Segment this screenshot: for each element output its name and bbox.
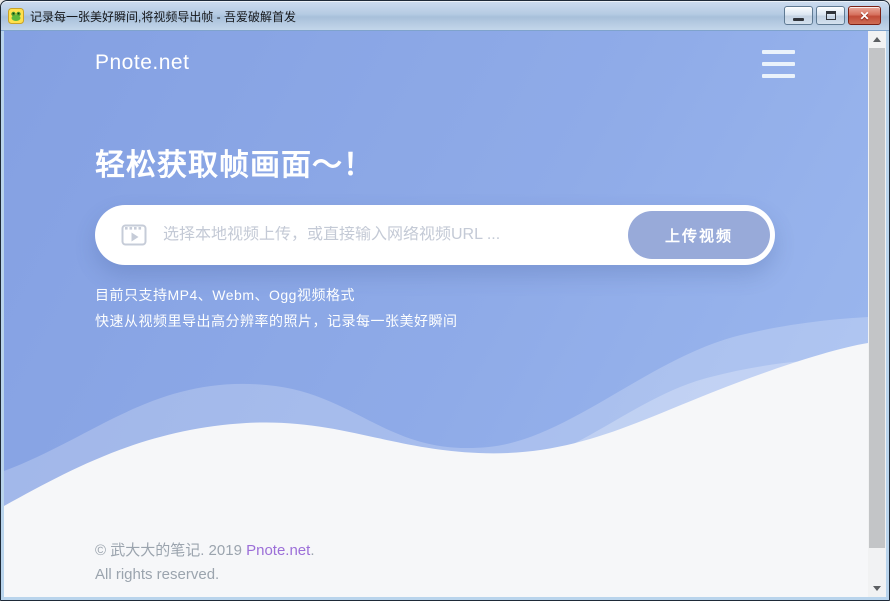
window-title: 记录每一张美好瞬间,将视频导出帧 - 吾爱破解首发 bbox=[30, 7, 784, 25]
frog-icon bbox=[8, 8, 24, 24]
hamburger-icon bbox=[762, 50, 795, 54]
site-logo[interactable]: Pnote.net bbox=[95, 51, 189, 75]
maximize-button[interactable] bbox=[816, 6, 845, 25]
video-url-input[interactable] bbox=[163, 226, 628, 244]
scrollbar-thumb[interactable] bbox=[869, 48, 885, 548]
copyright-line: © 武大大的笔记. 2019 Pnote.net. bbox=[95, 539, 314, 563]
copyright-text: © 武大大的笔记. 2019 bbox=[95, 542, 246, 559]
rights-line: All rights reserved. bbox=[95, 563, 314, 587]
vertical-scrollbar[interactable] bbox=[868, 31, 886, 597]
close-icon: ✕ bbox=[859, 10, 869, 22]
page-heading: 轻松获取帧画面～！ bbox=[95, 140, 374, 184]
copyright-dot: . bbox=[310, 542, 314, 559]
pnote-link[interactable]: Pnote.net bbox=[246, 542, 310, 559]
maximize-icon bbox=[826, 11, 836, 20]
webpage-content: Pnote.net 轻松获取帧画面～！ 上传视频 bbox=[4, 31, 868, 597]
scroll-down-icon bbox=[873, 586, 881, 591]
minimize-button[interactable] bbox=[784, 6, 813, 25]
scroll-up-icon bbox=[873, 37, 881, 42]
scroll-up-button[interactable] bbox=[868, 31, 886, 48]
titlebar[interactable]: 记录每一张美好瞬间,将视频导出帧 - 吾爱破解首发 ✕ bbox=[1, 1, 889, 31]
hamburger-menu-button[interactable] bbox=[762, 48, 796, 80]
page-footer: © 武大大的笔记. 2019 Pnote.net. All rights res… bbox=[95, 539, 314, 587]
close-button[interactable]: ✕ bbox=[848, 6, 881, 25]
minimize-icon bbox=[793, 18, 804, 21]
video-url-inputbar: 上传视频 bbox=[95, 205, 775, 265]
app-window: 记录每一张美好瞬间,将视频导出帧 - 吾爱破解首发 ✕ Pnote.net 轻松… bbox=[0, 0, 890, 601]
video-file-icon bbox=[121, 223, 147, 247]
upload-video-button[interactable]: 上传视频 bbox=[628, 211, 770, 259]
hamburger-icon bbox=[762, 62, 795, 66]
scroll-down-button[interactable] bbox=[868, 580, 886, 597]
hamburger-icon bbox=[762, 74, 795, 78]
scrollbar-track[interactable] bbox=[868, 48, 886, 580]
note-line: 目前只支持MP4、Webm、Ogg视频格式 bbox=[95, 282, 458, 308]
